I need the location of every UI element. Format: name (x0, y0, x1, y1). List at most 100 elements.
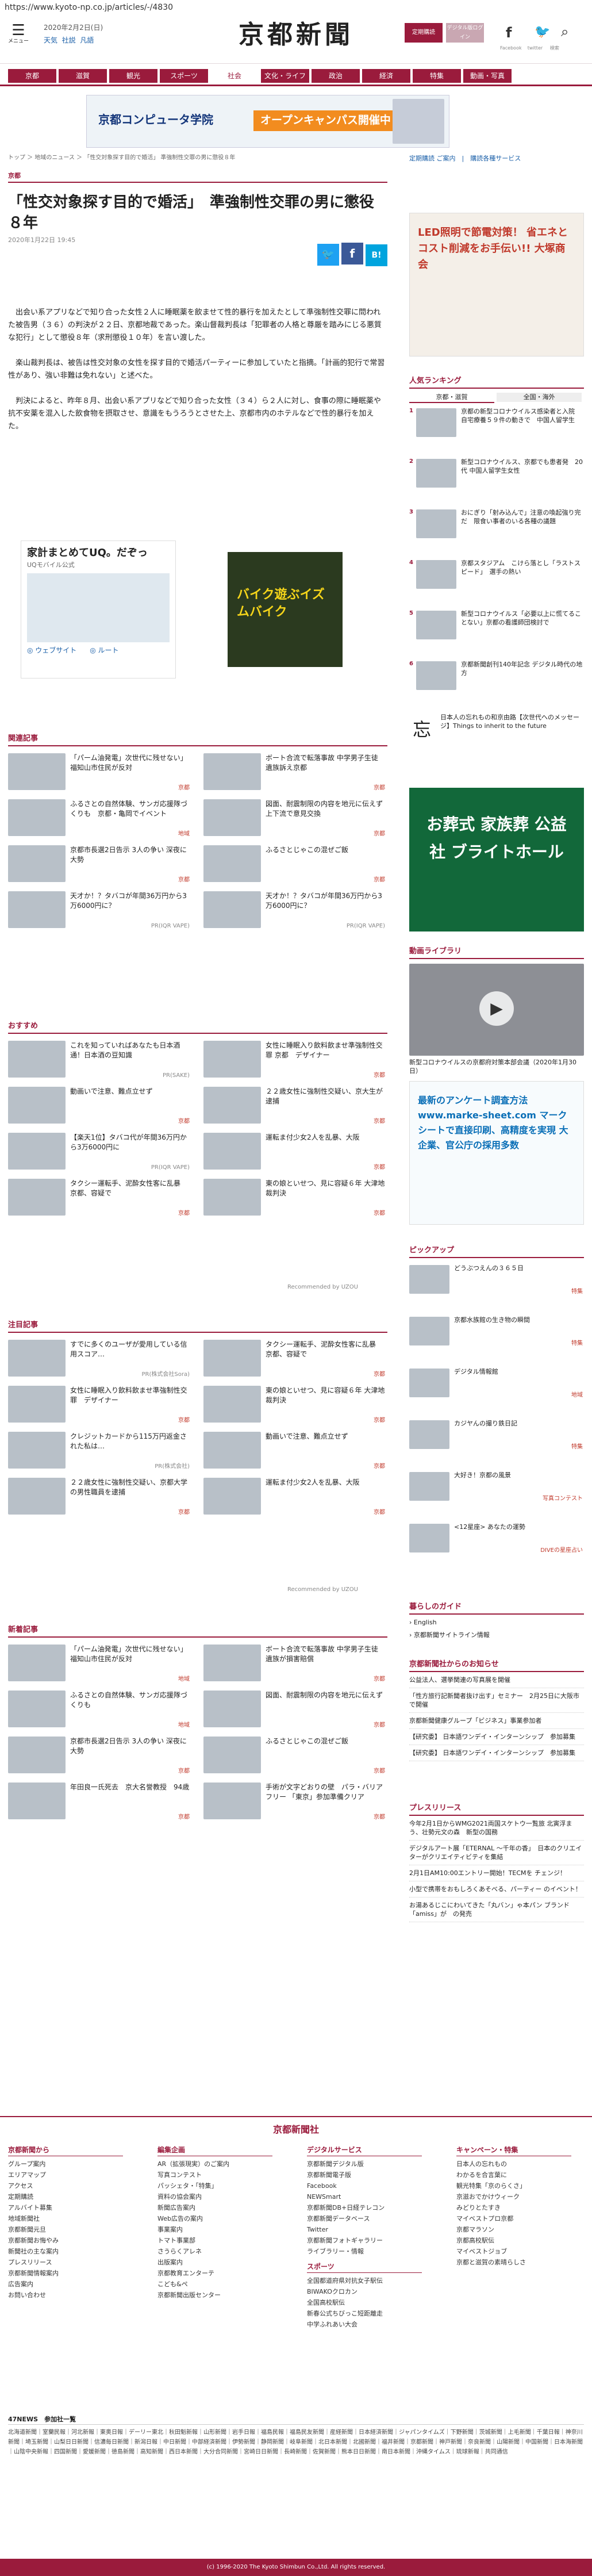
press-item[interactable]: お湯あるじこにわいてきた「丸バン」ゃ本パン ブランド「amiss」が の発売 (409, 1897, 584, 1922)
guide-link-english[interactable]: › English (409, 1618, 584, 1627)
site-logo[interactable]: 京都新聞 (218, 21, 374, 49)
related-item[interactable]: ふるさとじゃこの混ぜご飯 京都 (203, 845, 387, 887)
survey-ad[interactable]: 最新のアンケート調査方法 www.marke-sheet.com マークシートで… (409, 1081, 584, 1225)
nav-kyoto[interactable]: 京都 (8, 69, 56, 83)
attention-item[interactable]: すでに多くのユーザが愛用している信用スコア… PR(株式会社Sora) (8, 1340, 192, 1381)
footer-link[interactable]: 新聞社の主な案内 (8, 2246, 123, 2257)
attention-item[interactable]: 運転ま付少女2人を乱暴、大阪 京都 (203, 1478, 387, 1519)
footer-link[interactable]: 京都高校駅伝 (456, 2235, 571, 2246)
ranking-item[interactable]: 3 おにぎり「射み込んで」注意の喚起強り完だ 限食い事者のいる各種の議題 (409, 508, 584, 542)
pickup-item[interactable]: 京都水族館の生き物の瞬間 特集 (409, 1316, 584, 1349)
breadcrumb[interactable]: トップ ＞ 地域のニュース ＞ 「性交対象探す目的で婚活」 準強制性交罪の男に懲… (8, 154, 235, 163)
press-item[interactable]: デジタルアート展「ETERNAL ～千年の香」 日本のクリエイターがクリエイティ… (409, 1841, 584, 1865)
notice-item[interactable]: 京都新聞健康グループ「ビジネス」事業参加者 (409, 1713, 584, 1729)
ranking-tab-national[interactable]: 全国・海外 (497, 393, 582, 402)
share-twitter-button[interactable]: 🐦 (317, 243, 339, 266)
nav-economy[interactable]: 経済 (362, 69, 410, 83)
related-item[interactable]: ボート合流で転落事故 中学男子生徒 遺族訴え京都 京都 (203, 753, 387, 795)
nav-sports[interactable]: スポーツ (160, 69, 208, 83)
footer-link[interactable]: 京都新聞DB+日経テレコン (307, 2202, 422, 2213)
facebook-icon[interactable]: f (506, 23, 512, 43)
address-bar[interactable]: https://www.kyoto-np.co.jp/articles/-/48… (0, 0, 592, 15)
press-item[interactable]: 今年2月1日からWMG2021両国スケトウ一覧旅 北寅浮まう、壮勢元文の森 新型… (409, 1816, 584, 1841)
attention-item[interactable]: 動画いで注意、難点立せず 京都 (203, 1432, 387, 1473)
ranking-item[interactable]: 1 京都の新型コロナウイルス感染者と入院 自宅療養５９件の動きで 中国人留学生 (409, 407, 584, 440)
ranking-item[interactable]: 4 京都スタジアム こけら落とし「ラストスピード」 選手の熱い (409, 559, 584, 592)
menu-button[interactable]: ☰ メニュー (8, 23, 29, 46)
notice-item[interactable]: 「性方旅行記新聞者抜け出す」セミナー 2月25日に大阪市で開催 (409, 1688, 584, 1713)
footer-link[interactable]: 京都新聞デジタル版 (307, 2159, 422, 2169)
footer-link[interactable]: パッシェタ・「特集」 (157, 2180, 272, 2191)
footer-link[interactable]: アクセス (8, 2180, 123, 2191)
notice-item[interactable]: 【研究委】 日本語ワンデイ・インターンシップ 参加募集 (409, 1745, 584, 1761)
footer-link[interactable]: 全国都道府県対抗女子駅伝 (307, 2275, 422, 2286)
ranking-tab-local[interactable]: 京都・滋賀 (409, 393, 494, 403)
recommend-item[interactable]: 女性に睡眠入り飲料飲ませ準強制性交罪 京都 デザイナー 京都 (203, 1041, 387, 1082)
footer-link[interactable]: ライブラリー・情報 (307, 2246, 422, 2257)
search-icon[interactable]: ⌕ (561, 22, 568, 42)
footer-link[interactable]: 新春公式ちびっこ短距離走 (307, 2308, 422, 2319)
recommend-item[interactable]: ２２歳女性に強制性交疑い、京大生が逮捕 京都 (203, 1087, 387, 1128)
news-item[interactable]: 図面、耐震制限の内容を地元に伝えず 京都 (203, 1690, 387, 1732)
attention-item[interactable]: ２２歳女性に強制性交疑い、京都大学の男性職員を逮捕 京都 (8, 1478, 192, 1519)
pickup-item[interactable]: <12星座> あなたの運勢 DIVEの星座占い (409, 1523, 584, 1556)
notice-item[interactable]: 【研究委】 日本語ワンデイ・インターンシップ 参加募集 (409, 1729, 584, 1745)
related-item[interactable]: 図面、耐震制限の内容を地元に伝えず 上下流で意見交換 京都 (203, 799, 387, 841)
nav-politics[interactable]: 政治 (312, 69, 360, 83)
news-item[interactable]: 「パーム油発電」次世代に残せない」 福知山市住民が反対 地域 (8, 1644, 192, 1686)
footer-link[interactable]: 日本人の忘れもの (456, 2159, 571, 2169)
footer-link[interactable]: 京都マラソン (456, 2224, 571, 2235)
news-item[interactable]: 京都市長選2日告示 3人の争い 深夜に大勢 京都 (8, 1736, 192, 1778)
footer-link[interactable]: みどりとたすき (456, 2202, 571, 2213)
footer-link[interactable]: トマト事業部 (157, 2235, 272, 2246)
footer-link[interactable]: 京都新聞電子版 (307, 2169, 422, 2180)
attention-item[interactable]: 東の娘といせつ、見に容疑６年 大津地裁判決 京都 (203, 1386, 387, 1427)
related-item[interactable]: 京都市長選2日告示 3人の争い 深夜に大勢 京都 (8, 845, 192, 887)
footer-link[interactable]: BIWAKOクロカン (307, 2286, 422, 2297)
sidebar-ad-link[interactable]: 購読各種サービス (470, 155, 521, 162)
footer-link[interactable]: AR（拡張現実）のご案内 (157, 2159, 272, 2169)
pickup-item[interactable]: カジヤんの撮り鉄日記 特集 (409, 1419, 584, 1452)
footer-link[interactable]: 定期購読 (8, 2191, 123, 2202)
footer-link[interactable]: 広告案内 (8, 2279, 123, 2290)
news-item[interactable]: ふるさとの自然体験、サンガ応援隊づくりも 地域 (8, 1690, 192, 1732)
recommend-item[interactable]: 【楽天1位】タバコ代が年間36万円から3万6000円に PR(IQR VAPE) (8, 1133, 192, 1174)
footer-link[interactable]: 京都と滋賀の素晴らしさ (456, 2257, 571, 2268)
nav-video[interactable]: 動画・写真 (463, 69, 512, 83)
recommend-item[interactable]: タクシー運転手、泥酔女性客に乱暴 京都、容疑で 京都 (8, 1179, 192, 1220)
featured-item[interactable]: 忘 日本人の忘れもの和京由路【次世代へのメッセージ】Things to inhe… (409, 713, 584, 747)
news-item[interactable]: 年田良一氏死去 京大名誉教授 94歳 京都 (8, 1782, 192, 1824)
related-item[interactable]: 天才か！？タバコが年間36万円から3万6000円に？ PR(IQR VAPE) (8, 891, 192, 933)
related-item[interactable]: ふるさとの自然体験、サンガ応援隊づくりも 京都・亀岡でイベント 地域 (8, 799, 192, 841)
footer-link[interactable]: Twitter (307, 2224, 422, 2235)
bike-ad[interactable]: バイク遊ぶイズムバイク (228, 552, 343, 667)
press-item[interactable]: 小型で携帯をおもしろくあそべる、パーティー のイベント！ (409, 1881, 584, 1897)
column-link[interactable]: 凡語 (80, 36, 94, 44)
footer-link[interactable]: 京都新聞お悔やみ (8, 2235, 123, 2246)
ranking-item[interactable]: 6 京都新聞創刊140年記念 デジタル時代の地方 (409, 660, 584, 693)
footer-link[interactable]: さうらくアレネ (157, 2246, 272, 2257)
attention-item[interactable]: 女性に睡眠入り飲料飲ませ準強制性交罪 デザイナー 京都 (8, 1386, 192, 1427)
editorial-link[interactable]: 社説 (62, 36, 76, 44)
pickup-item[interactable]: 大好き！京都の風景 写真コンテスト (409, 1471, 584, 1504)
footer-link[interactable]: 京都新聞フォトギャラリー (307, 2235, 422, 2246)
recommend-item[interactable]: 運転ま付少女2人を乱暴、大阪 京都 (203, 1133, 387, 1174)
nav-society[interactable]: 社会 (210, 69, 259, 83)
pickup-item[interactable]: どうぶつえんの３６５日 特集 (409, 1264, 584, 1297)
footer-link[interactable]: マイベストプロ京都 (456, 2213, 571, 2224)
uq-ad[interactable]: 家計まとめてUQ。だぞっ UQモバイル公式 ◎ ウェブサイト ◎ ルート (21, 540, 176, 678)
footer-link[interactable]: 京都新聞元旦 (8, 2224, 123, 2235)
ranking-item[interactable]: 2 新型コロナウイルス、京都でも患者発 20代 中国人留学生女性 (409, 458, 584, 491)
attention-item[interactable]: タクシー運転手、泥酔女性客に乱暴 京都、容疑で 京都 (203, 1340, 387, 1381)
footer-link[interactable]: 写真コンテスト (157, 2169, 272, 2180)
footer-link[interactable]: 新聞広告案内 (157, 2202, 272, 2213)
website-link[interactable]: ◎ ウェブサイト (27, 646, 76, 654)
sidebar-subscribe-link[interactable]: 定期購読 ご案内 (409, 155, 456, 162)
nav-features[interactable]: 特集 (413, 69, 461, 83)
led-ad[interactable]: LED照明で節電対策！ 省エネとコスト削減をお手伝い!! 大塚商会 (409, 213, 584, 356)
footer-link[interactable]: NEWSmart (307, 2191, 422, 2202)
news-item[interactable]: ふるさとじゃこの混ぜご飯 京都 (203, 1736, 387, 1778)
nav-shiga[interactable]: 滋賀 (59, 69, 107, 83)
footer-link[interactable]: 観光特集「京のらくさ」 (456, 2180, 571, 2191)
subscribe-button[interactable]: 定期購読 (405, 23, 443, 43)
